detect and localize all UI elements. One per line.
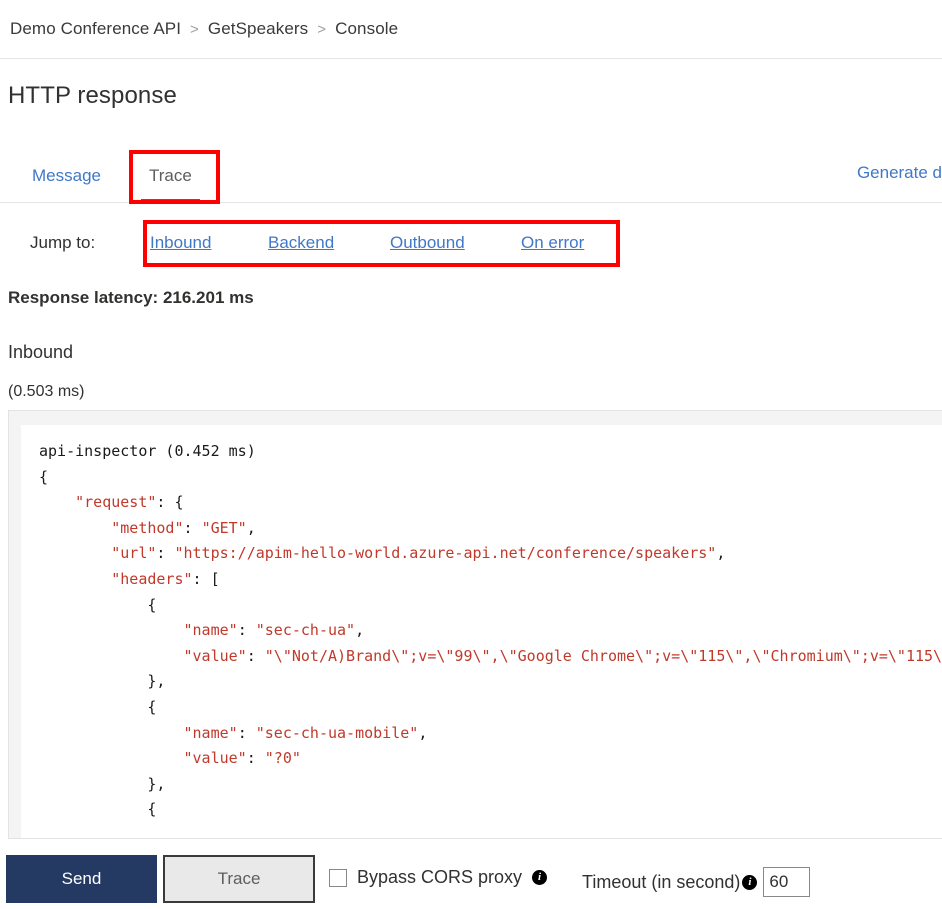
breadcrumb: Demo Conference API > GetSpeakers > Cons…	[0, 0, 942, 58]
breadcrumb-separator: >	[317, 20, 327, 38]
section-title-inbound: Inbound	[8, 342, 74, 362]
info-icon[interactable]: i	[532, 870, 548, 885]
timeout-input[interactable]	[763, 867, 811, 897]
response-latency: Response latency: 216.201 ms	[8, 288, 254, 307]
bypass-cors-checkbox[interactable]	[329, 868, 347, 887]
breadcrumb-separator: >	[190, 20, 199, 38]
page-title: HTTP response	[8, 82, 177, 109]
jump-link-backend[interactable]: Backend	[268, 233, 334, 253]
section-duration: (0.503 ms)	[8, 383, 85, 400]
trace-button[interactable]: Trace	[163, 855, 315, 903]
tab-trace[interactable]: Trace	[133, 150, 208, 202]
trace-code-scroll[interactable]: api-inspector (0.452 ms) { "request": { …	[21, 425, 942, 838]
send-button[interactable]: Send	[6, 855, 157, 903]
breadcrumb-item-operation[interactable]: GetSpeakers	[208, 19, 308, 39]
code-panel-bottom-divider	[8, 838, 942, 839]
generate-report-link[interactable]: Generate d	[857, 163, 942, 183]
jump-link-inbound[interactable]: Inbound	[150, 233, 211, 253]
jump-link-outbound[interactable]: Outbound	[390, 233, 465, 253]
jump-to-row: Jump to: Inbound Backend Outbound On err…	[0, 225, 942, 263]
response-tabs: Message Trace	[0, 150, 942, 202]
breadcrumb-item-console[interactable]: Console	[335, 19, 398, 39]
info-icon[interactable]: i	[742, 874, 758, 890]
timeout-label: Timeout (in second)	[582, 871, 741, 892]
trace-code-panel: api-inspector (0.452 ms) { "request": { …	[8, 410, 942, 838]
jump-to-label: Jump to:	[30, 233, 96, 252]
bypass-cors-group: Bypass CORS proxy i	[329, 867, 548, 888]
tab-message[interactable]: Message	[16, 150, 117, 202]
breadcrumb-item-api[interactable]: Demo Conference API	[10, 19, 181, 39]
jump-link-on-error[interactable]: On error	[521, 233, 584, 253]
trace-code-content: api-inspector (0.452 ms) { "request": { …	[39, 442, 942, 819]
header-divider	[0, 58, 942, 59]
bypass-cors-label: Bypass CORS proxy	[357, 867, 523, 887]
tabs-divider	[0, 202, 942, 203]
console-toolbar: Send Trace Bypass CORS proxy i Timeout (…	[0, 855, 942, 909]
console-trace-panel: Demo Conference API > GetSpeakers > Cons…	[0, 0, 942, 909]
timeout-group: Timeout (in second) i	[582, 867, 811, 897]
